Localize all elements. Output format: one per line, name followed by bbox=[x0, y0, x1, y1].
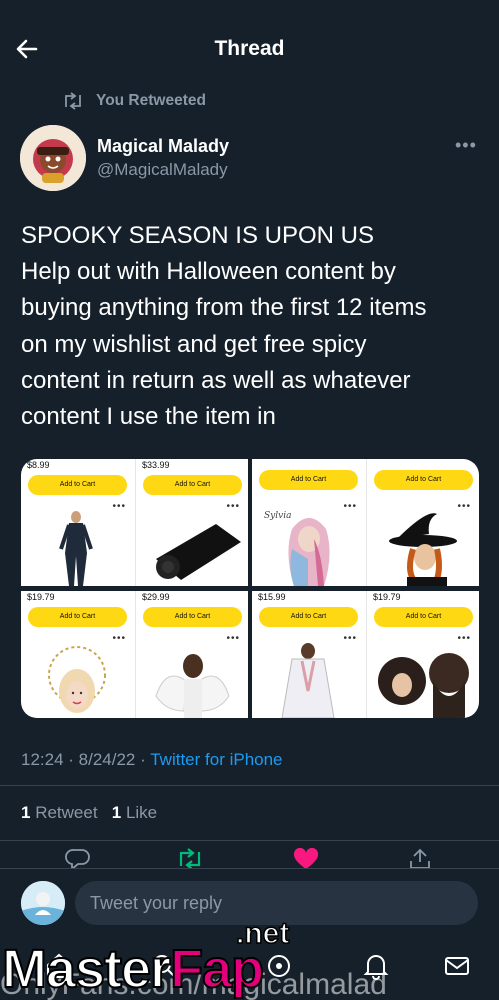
reply-icon bbox=[65, 849, 90, 871]
share-icon bbox=[410, 848, 430, 869]
product-image-lace-robe bbox=[281, 643, 335, 718]
product-cell: $19.79 Add to Cart ••• bbox=[366, 591, 479, 718]
tweet-text-line: Help out with Halloween content by bbox=[21, 258, 396, 286]
tweet-text-line: content I use the item in bbox=[21, 403, 276, 431]
retweet-context: You Retweeted bbox=[62, 92, 206, 110]
add-to-cart-button: Add to Cart bbox=[28, 607, 127, 627]
product-price: $15.99 bbox=[258, 592, 286, 602]
add-to-cart-button: Add to Cart bbox=[374, 470, 473, 490]
like-label[interactable]: Like bbox=[126, 803, 157, 822]
mail-icon bbox=[445, 957, 469, 975]
product-cell: $8.99 Add to Cart ••• bbox=[21, 459, 134, 586]
add-to-cart-button: Add to Cart bbox=[143, 475, 242, 495]
product-price: $33.99 bbox=[142, 460, 170, 470]
divider bbox=[0, 785, 499, 786]
tweet-time: 12:24 bbox=[21, 750, 64, 769]
product-image-angel-wings bbox=[155, 654, 230, 718]
tweet-text-line: buying anything from the first 12 items bbox=[21, 294, 427, 322]
top-bar: Thread bbox=[0, 0, 499, 98]
product-cell: $19.79 Add to Cart ••• bbox=[21, 591, 134, 718]
author-name[interactable]: Magical Malady bbox=[97, 136, 229, 157]
media-image[interactable]: $15.99 Add to Cart ••• $19.79 Add to Car… bbox=[252, 591, 479, 718]
add-to-cart-button: Add to Cart bbox=[259, 607, 358, 627]
tweet-timestamp: 12:24 · 8/24/22 · Twitter for iPhone bbox=[21, 750, 283, 769]
add-to-cart-button: Add to Cart bbox=[28, 475, 127, 495]
product-cell: $33.99 Add to Cart ••• bbox=[135, 459, 248, 586]
like-count[interactable]: 1 bbox=[112, 803, 121, 822]
product-cell: Add to Cart ••• Sylvia bbox=[252, 459, 365, 586]
tweet-text-line: on my wishlist and get free spicy bbox=[21, 330, 367, 358]
more-options-icon[interactable]: ••• bbox=[455, 135, 477, 156]
watermark-suffix: .net bbox=[235, 916, 290, 951]
tweet-text-line: SPOOKY SEASON IS UPON US bbox=[21, 222, 374, 249]
heart-icon bbox=[293, 847, 319, 869]
product-image-curly-wig bbox=[378, 653, 469, 718]
product-image-halo-crown bbox=[48, 646, 106, 713]
product-cell: $29.99 Add to Cart ••• bbox=[135, 591, 248, 718]
product-price: $19.79 bbox=[373, 592, 401, 602]
tweet-text-line: content in return as well as whatever bbox=[21, 366, 411, 394]
add-to-cart-button: Add to Cart bbox=[259, 470, 358, 490]
product-image-witch-hat bbox=[389, 513, 457, 586]
retweet-icon bbox=[179, 848, 201, 870]
retweet-label[interactable]: Retweet bbox=[35, 803, 97, 822]
page-title: Thread bbox=[214, 37, 285, 60]
tweet-text: SPOOKY SEASON IS UPON US Help out with H… bbox=[21, 218, 491, 435]
avatar[interactable] bbox=[20, 125, 86, 191]
tweet-stats: 1 Retweet 1 Like bbox=[21, 803, 157, 823]
tab-messages[interactable] bbox=[443, 952, 471, 985]
watermark-logo: MasterFap bbox=[1, 938, 265, 1000]
retweet-icon bbox=[65, 92, 81, 110]
author-handle[interactable]: @MagicalMalady bbox=[97, 160, 228, 180]
media-image[interactable]: $8.99 Add to Cart ••• $33.99 Add to Cart… bbox=[21, 459, 248, 586]
divider bbox=[0, 840, 499, 841]
tweet-source-link[interactable]: Twitter for iPhone bbox=[150, 750, 282, 769]
product-cell: $15.99 Add to Cart ••• bbox=[252, 591, 365, 718]
product-cell: Add to Cart ••• bbox=[366, 459, 479, 586]
media-image[interactable]: $19.79 Add to Cart ••• $29.99 Add to Car… bbox=[21, 591, 248, 718]
watermark-brand-white: Master bbox=[1, 938, 172, 1000]
product-image-mat bbox=[156, 524, 241, 580]
user-avatar[interactable] bbox=[21, 881, 65, 925]
product-image-wig bbox=[288, 518, 330, 586]
product-price: $8.99 bbox=[27, 460, 50, 470]
meta-separator: · bbox=[140, 750, 146, 769]
retweet-count[interactable]: 1 bbox=[21, 803, 30, 822]
retweet-context-label: You Retweeted bbox=[96, 92, 206, 109]
tweet-date: 8/24/22 bbox=[78, 750, 136, 769]
media-image[interactable]: Add to Cart ••• Sylvia Add to Cart ••• bbox=[252, 459, 479, 586]
product-price: $19.79 bbox=[27, 592, 55, 602]
add-to-cart-button: Add to Cart bbox=[374, 607, 473, 627]
add-to-cart-button: Add to Cart bbox=[143, 607, 242, 627]
product-image-bodysuit bbox=[59, 511, 93, 586]
media-grid: $8.99 Add to Cart ••• $33.99 Add to Cart… bbox=[21, 459, 479, 718]
product-price: $29.99 bbox=[142, 592, 170, 602]
